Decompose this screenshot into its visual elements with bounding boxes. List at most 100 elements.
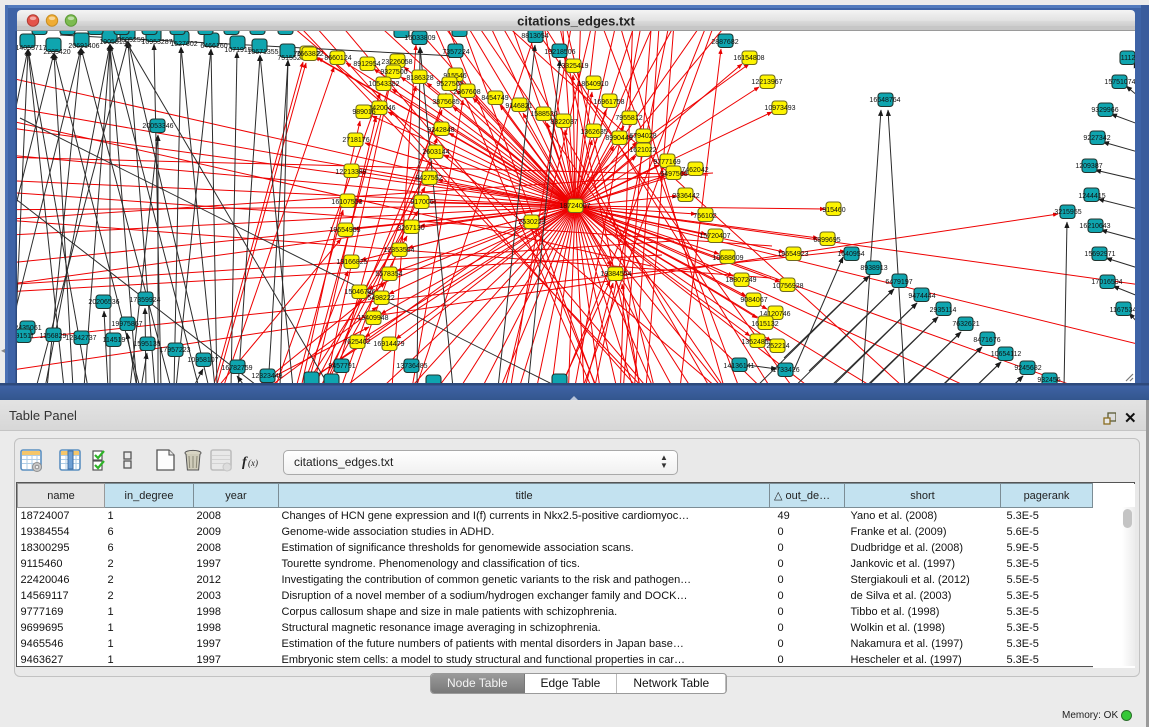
svg-text:7955812: 7955812 [615, 115, 642, 122]
svg-text:(x): (x) [248, 458, 258, 468]
svg-text:2367608: 2367608 [453, 89, 480, 96]
svg-text:2935114: 2935114 [930, 307, 957, 314]
svg-text:2887682: 2887682 [711, 39, 738, 46]
svg-text:9146821: 9146821 [505, 103, 532, 110]
svg-text:2530223: 2530223 [518, 219, 545, 226]
svg-text:12353594: 12353594 [383, 247, 414, 254]
svg-text:5498222: 5498222 [367, 295, 394, 302]
svg-text:8660124: 8660124 [324, 55, 351, 62]
svg-text:17957223: 17957223 [159, 347, 190, 354]
svg-text:15409948: 15409948 [357, 315, 388, 322]
svg-text:1209387: 1209387 [1075, 163, 1102, 170]
svg-text:8912954: 8912954 [353, 61, 380, 68]
svg-text:8322037: 8322037 [550, 119, 577, 126]
svg-text:10958107: 10958107 [187, 357, 218, 364]
svg-text:16210643: 16210643 [1079, 223, 1110, 230]
svg-text:15751074: 15751074 [1104, 79, 1135, 86]
svg-text:20691406: 20691406 [68, 43, 99, 50]
svg-text:8186328: 8186328 [406, 75, 433, 82]
svg-text:17016504: 17016504 [1091, 279, 1122, 286]
svg-text:9474444: 9474444 [908, 293, 935, 300]
svg-text:10688609: 10688609 [712, 255, 743, 262]
svg-text:18807249: 18807249 [725, 277, 756, 284]
svg-text:10973493: 10973493 [764, 105, 795, 112]
svg-text:15692971: 15692971 [1084, 251, 1115, 258]
svg-text:2718176: 2718176 [342, 137, 369, 144]
svg-text:6479197: 6479197 [885, 279, 912, 286]
svg-text:7462042: 7462042 [681, 167, 708, 174]
svg-text:114519: 114519 [103, 337, 126, 344]
svg-text:16782759: 16782759 [221, 365, 252, 372]
svg-text:7663822: 7663822 [296, 51, 323, 58]
svg-text:18640910: 18640910 [577, 81, 608, 88]
svg-text:19975867: 19975867 [111, 321, 142, 328]
svg-text:10543382: 10543382 [368, 81, 399, 88]
svg-text:2603144: 2603144 [422, 149, 449, 156]
svg-text:14136141: 14136141 [723, 363, 754, 370]
svg-text:1621022: 1621022 [629, 147, 656, 154]
svg-text:9327500: 9327500 [380, 69, 407, 76]
svg-text:16914479: 16914479 [373, 341, 404, 348]
svg-text:3267130: 3267130 [397, 225, 424, 232]
svg-text:10756928: 10756928 [772, 283, 803, 290]
svg-text:1640954: 1640954 [837, 251, 864, 258]
svg-text:917006: 917006 [410, 199, 433, 206]
svg-text:2285420: 2285420 [43, 49, 70, 56]
svg-text:19654923: 19654923 [777, 251, 808, 258]
svg-text:16033809: 16033809 [404, 35, 435, 42]
svg-text:989016: 989016 [352, 109, 375, 116]
svg-text:16107553: 16107553 [331, 199, 362, 206]
svg-text:12323448: 12323448 [251, 373, 282, 380]
svg-text:3215955: 3215955 [1054, 209, 1081, 216]
svg-text:19654985: 19654985 [329, 227, 360, 234]
svg-text:8813054: 8813054 [521, 33, 548, 40]
svg-text:1167534: 1167534 [1110, 307, 1137, 314]
svg-text:16154808: 16154808 [733, 55, 764, 62]
svg-text:9084067: 9084067 [740, 297, 767, 304]
svg-text:19166825: 19166825 [336, 259, 367, 266]
svg-text:1156829: 1156829 [40, 333, 67, 340]
svg-text:9329966: 9329966 [1091, 107, 1118, 114]
svg-text:13325419: 13325419 [557, 63, 588, 70]
svg-text:2336442: 2336442 [672, 193, 699, 200]
svg-text:252214: 252214 [766, 343, 789, 350]
svg-text:18724007: 18724007 [559, 203, 590, 210]
svg-text:17359924: 17359924 [129, 297, 160, 304]
svg-text:9227342: 9227342 [1083, 135, 1110, 142]
svg-text:citations_edges.txt: citations_edges.txt [517, 14, 635, 29]
svg-text:20206536: 20206536 [88, 299, 119, 306]
svg-text:13736485: 13736485 [396, 363, 427, 370]
svg-text:1362635: 1362635 [580, 129, 607, 136]
svg-text:1527602: 1527602 [170, 41, 197, 48]
svg-text:6794028: 6794028 [629, 133, 656, 140]
svg-text:19218506: 19218506 [544, 49, 575, 56]
svg-text:15720407: 15720407 [699, 233, 730, 240]
svg-text:1112: 1112 [1121, 55, 1136, 62]
svg-text:8427552: 8427552 [415, 175, 442, 182]
svg-text:16648764: 16648764 [869, 97, 900, 104]
svg-text:9457791: 9457791 [328, 363, 355, 370]
svg-text:16961758: 16961758 [593, 99, 624, 106]
svg-text:5578354: 5578354 [375, 271, 402, 278]
svg-text:8454749: 8454749 [481, 95, 508, 102]
svg-text:7632621: 7632621 [952, 321, 979, 328]
svg-text:8938913: 8938913 [860, 265, 887, 272]
svg-text:10654112: 10654112 [991, 351, 1022, 358]
svg-text:8471676: 8471676 [973, 337, 1000, 344]
svg-text:6899695: 6899695 [813, 237, 840, 244]
svg-text:7625402: 7625402 [343, 339, 370, 346]
svg-text:915460: 915460 [822, 207, 845, 214]
svg-text:3875685: 3875685 [432, 99, 459, 106]
svg-text:1244415: 1244415 [1078, 193, 1105, 200]
svg-text:7357224: 7357224 [442, 49, 469, 56]
svg-text:12213389: 12213389 [335, 169, 366, 176]
svg-text:12342737: 12342737 [65, 335, 96, 342]
svg-text:1595135: 1595135 [133, 341, 160, 348]
svg-text:1615132: 1615132 [751, 321, 778, 328]
svg-text:20053346: 20053346 [142, 123, 173, 130]
svg-text:14055717: 14055717 [15, 45, 46, 52]
svg-text:1733426: 1733426 [772, 367, 799, 374]
svg-text:9777169: 9777169 [653, 159, 680, 166]
svg-text:9245682: 9245682 [1014, 365, 1041, 372]
svg-text:9242848: 9242848 [427, 127, 454, 134]
